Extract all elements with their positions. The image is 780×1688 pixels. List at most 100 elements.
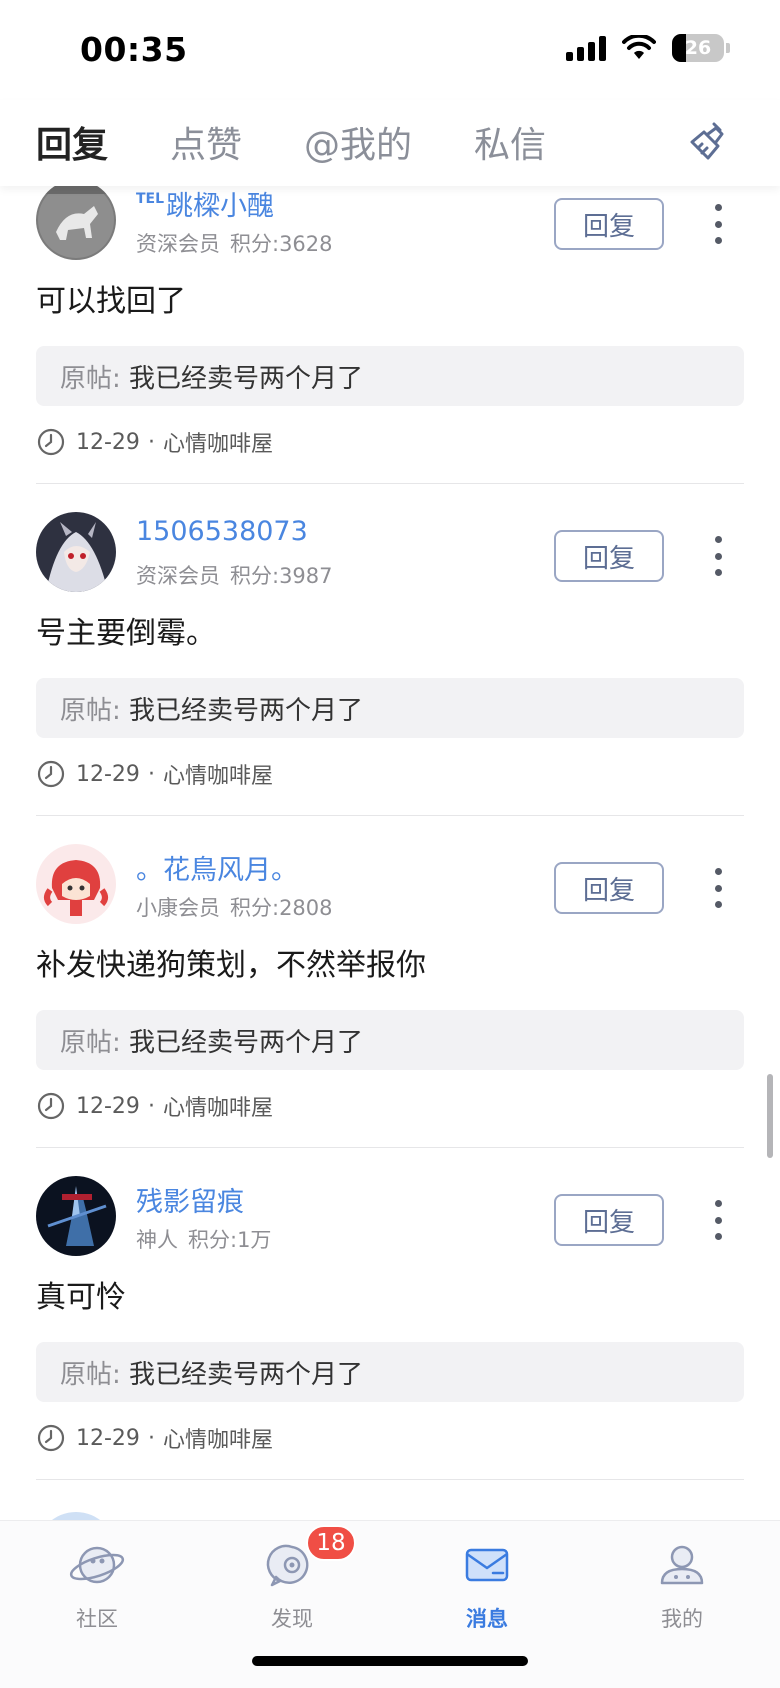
avatar[interactable] <box>36 844 116 924</box>
reply-content[interactable]: 真可怜 <box>36 1272 126 1316</box>
reply-button[interactable]: 回复 <box>554 1194 664 1246</box>
reply-content[interactable]: 号主要倒霉。 <box>36 608 216 652</box>
reply-button[interactable]: 回复 <box>554 530 664 582</box>
original-post-prefix: 原帖: <box>60 1027 121 1058</box>
status-time: 00:35 <box>80 30 188 69</box>
original-post-link[interactable]: 原帖: 我已经卖号两个月了 <box>36 678 744 738</box>
clock-icon <box>37 760 65 788</box>
username-text: 。花鳥风月。 <box>136 855 298 886</box>
reply-info: 12-29 · 心情咖啡屋 <box>36 1090 273 1122</box>
tab-mentions[interactable]: @我的 <box>304 116 412 168</box>
message-tabs: 回复 点赞 @我的 私信 <box>0 100 780 186</box>
divider <box>36 1479 744 1480</box>
broom-icon[interactable] <box>684 118 732 166</box>
nav-label: 消息 <box>466 1607 508 1631</box>
tab-reply[interactable]: 回复 <box>36 116 108 168</box>
battery-percent: 26 <box>684 37 712 59</box>
original-post-title: 我已经卖号两个月了 <box>129 695 364 726</box>
username-text: 残影留痕 <box>136 1187 244 1218</box>
clock-icon <box>37 1424 65 1452</box>
nav-label: 我的 <box>661 1607 703 1631</box>
more-options-icon[interactable] <box>704 1200 732 1240</box>
nav-messages[interactable]: 消息 <box>427 1535 547 1633</box>
nav-discover[interactable]: 18 发现 <box>232 1525 356 1633</box>
avatar[interactable] <box>36 512 116 592</box>
board-name[interactable]: 心情咖啡屋 <box>163 758 273 790</box>
board-name[interactable]: 心情咖啡屋 <box>163 1422 273 1454</box>
user-meta: 小康会员 积分:2808 <box>136 892 333 922</box>
username-text: 跳樑小醜 <box>166 191 275 222</box>
avatar[interactable] <box>36 1176 116 1256</box>
reply-date: 12-29 <box>76 1093 140 1119</box>
user-points: 积分:2808 <box>230 896 333 920</box>
separator: · <box>147 761 155 787</box>
more-options-icon[interactable] <box>704 868 732 908</box>
user-meta: 神人 积分:1万 <box>136 1224 271 1254</box>
avatar[interactable] <box>36 1512 116 1520</box>
clock-icon <box>37 1092 65 1120</box>
more-options-icon[interactable] <box>704 536 732 576</box>
user-points: 积分:3628 <box>230 232 333 256</box>
wifi-icon <box>622 35 656 59</box>
original-post-link[interactable]: 原帖: 我已经卖号两个月了 <box>36 1342 744 1402</box>
reply-info: 12-29 · 心情咖啡屋 <box>36 1422 273 1454</box>
status-icons: 26 <box>566 34 730 62</box>
separator: · <box>147 429 155 455</box>
original-post-prefix: 原帖: <box>60 1359 121 1390</box>
more-options-icon[interactable] <box>704 204 732 244</box>
battery-icon: 26 <box>672 34 724 62</box>
original-post-title: 我已经卖号两个月了 <box>129 363 364 394</box>
original-post-title: 我已经卖号两个月了 <box>129 1027 364 1058</box>
original-post-prefix: 原帖: <box>60 695 121 726</box>
reply-info: 12-29 · 心情咖啡屋 <box>36 426 273 458</box>
reply-button[interactable]: 回复 <box>554 862 664 914</box>
reply-list: TEL跳樑小醜 资深会员 积分:3628 回复 可以找回了 原帖: 我已经卖号两个… <box>0 176 780 1520</box>
home-indicator[interactable] <box>252 1656 528 1666</box>
username[interactable]: TEL跳樑小醜 <box>136 184 274 223</box>
original-post-prefix: 原帖: <box>60 363 121 394</box>
divider <box>36 483 744 484</box>
user-points: 积分:1万 <box>188 1228 272 1252</box>
list-item: 残影留痕 神人 积分:1万 回复 真可怜 原帖: 我已经卖号两个月了 12-29 ·… <box>0 1172 780 1504</box>
tab-private-messages[interactable]: 私信 <box>474 116 546 168</box>
list-item: 1506538073 资深会员 积分:3987 回复 号主要倒霉。 原帖: 我已经… <box>0 508 780 840</box>
username[interactable]: 1506538073 <box>136 516 308 547</box>
user-points: 积分:3987 <box>230 564 333 588</box>
clock-icon <box>37 428 65 456</box>
avatar[interactable] <box>36 180 116 260</box>
member-level: 神人 <box>136 1228 178 1252</box>
reply-date: 12-29 <box>76 761 140 787</box>
reply-content[interactable]: 补发快递狗策划，不然举报你 <box>36 940 426 984</box>
nav-label: 社区 <box>76 1607 118 1631</box>
nav-profile[interactable]: 我的 <box>622 1535 742 1633</box>
profile-icon <box>660 1545 704 1585</box>
mail-icon <box>465 1548 509 1582</box>
member-level: 小康会员 <box>136 896 220 920</box>
tab-likes[interactable]: 点赞 <box>170 116 242 168</box>
username[interactable]: 。花鳥风月。 <box>136 848 298 887</box>
member-level: 资深会员 <box>136 232 220 256</box>
divider <box>36 815 744 816</box>
username-text: 1506538073 <box>136 516 308 547</box>
list-item: 。花鳥风月。 小康会员 积分:2808 回复 补发快递狗策划，不然举报你 原帖: … <box>0 840 780 1172</box>
nav-label: 发现 <box>271 1607 313 1631</box>
separator: · <box>147 1093 155 1119</box>
reply-content[interactable]: 可以找回了 <box>36 276 186 320</box>
member-level: 资深会员 <box>136 564 220 588</box>
cellular-signal-icon <box>566 35 606 61</box>
divider <box>36 1147 744 1148</box>
reply-info: 12-29 · 心情咖啡屋 <box>36 758 273 790</box>
scrollbar[interactable] <box>767 1074 773 1158</box>
status-bar: 00:35 26 <box>0 0 780 100</box>
board-name[interactable]: 心情咖啡屋 <box>163 1090 273 1122</box>
reply-button[interactable]: 回复 <box>554 198 664 250</box>
user-meta: 资深会员 积分:3628 <box>136 228 333 258</box>
user-meta: 资深会员 积分:3987 <box>136 560 333 590</box>
original-post-link[interactable]: 原帖: 我已经卖号两个月了 <box>36 346 744 406</box>
board-name[interactable]: 心情咖啡屋 <box>163 426 273 458</box>
nav-community[interactable]: 社区 <box>37 1535 157 1633</box>
list-item: TEL跳樑小醜 资深会员 积分:3628 回复 可以找回了 原帖: 我已经卖号两个… <box>0 176 780 508</box>
original-post-link[interactable]: 原帖: 我已经卖号两个月了 <box>36 1010 744 1070</box>
username[interactable]: 残影留痕 <box>136 1180 244 1219</box>
notification-badge: 18 <box>306 1525 356 1561</box>
